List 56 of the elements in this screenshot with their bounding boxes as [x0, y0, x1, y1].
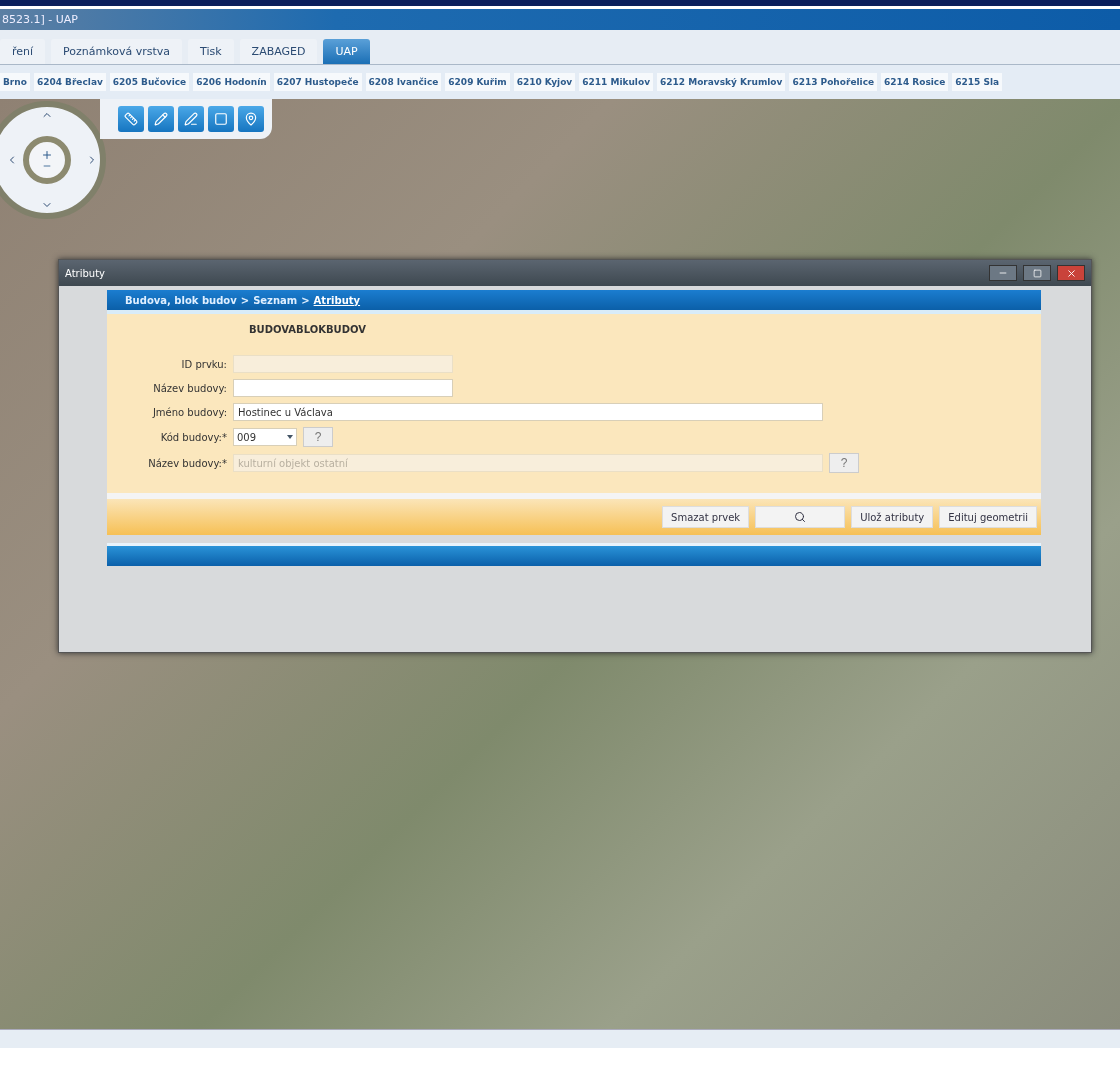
menu-tab[interactable]: Tisk — [188, 39, 234, 64]
search-icon — [794, 511, 807, 523]
field-label: Název budovy:* — [147, 457, 227, 469]
breadcrumb-separator: > — [301, 294, 310, 306]
district-button[interactable]: 6215 Sla — [952, 73, 1003, 91]
action-button[interactable]: Smazat prvek — [662, 506, 750, 528]
menu-tab[interactable]: UAP — [323, 39, 370, 64]
district-button[interactable]: 6206 Hodonín — [193, 73, 270, 91]
maximize-icon — [1032, 268, 1042, 278]
district-button[interactable]: 6213 Pohořelice — [789, 73, 878, 91]
map-pin-icon — [244, 112, 258, 126]
district-button[interactable]: 6205 Bučovice — [109, 73, 190, 91]
district-button[interactable]: 6208 Ivančice — [365, 73, 442, 91]
form-heading: BUDOVABLOKBUDOV — [249, 324, 367, 335]
district-button[interactable]: 6210 Kyjov — [513, 73, 576, 91]
square-icon — [214, 112, 228, 126]
breadcrumb-text: Budova, blok budov — [125, 294, 237, 306]
help-button[interactable]: ? — [303, 427, 333, 447]
menu-tab[interactable]: ření — [0, 39, 46, 64]
district-button[interactable]: 6211 Mikulov — [579, 73, 653, 91]
pencil-icon — [154, 112, 168, 126]
menu-tab[interactable]: Poznámková vrstva — [51, 39, 183, 64]
field-label: Kód budovy:* — [159, 431, 227, 443]
field-label: Jméno budovy: — [151, 406, 227, 418]
input-field[interactable] — [233, 379, 453, 397]
zoom-in-icon[interactable] — [41, 149, 53, 161]
district-button[interactable]: 6214 Rosice — [881, 73, 949, 91]
maximize-button[interactable] — [1023, 265, 1051, 281]
pen-line-icon — [184, 112, 198, 126]
action-button[interactable]: Ulož atributy — [851, 506, 934, 528]
district-button[interactable]: Brno — [0, 73, 30, 91]
district-button[interactable]: 6212 Moravský Krumlov — [657, 73, 786, 91]
district-button[interactable]: 6207 Hustopeče — [273, 73, 362, 91]
map-tool-button[interactable] — [178, 106, 204, 132]
close-button[interactable] — [1057, 265, 1085, 281]
map-tool-button[interactable] — [118, 106, 144, 132]
map-tool-button[interactable] — [208, 106, 234, 132]
code-select[interactable]: 009 — [233, 428, 297, 446]
window-title: 8523.1] - UAP — [1, 13, 78, 26]
caret-icon — [287, 435, 293, 439]
breadcrumb-link[interactable]: Atributy — [313, 294, 361, 306]
map-tool-button[interactable] — [148, 106, 174, 132]
menu-tab[interactable]: ZABAGED — [239, 39, 318, 64]
breadcrumb-separator: > — [240, 294, 250, 306]
minimize-button[interactable] — [989, 265, 1017, 281]
close-icon — [1065, 267, 1077, 279]
ruler-icon — [124, 112, 138, 126]
action-button[interactable]: Edituj geometrii — [939, 506, 1037, 528]
district-button[interactable]: 6209 Kuřim — [445, 73, 510, 91]
dialog-title: Atributy — [65, 267, 106, 279]
district-button[interactable]: 6204 Břeclav — [33, 73, 106, 91]
map-tool-button[interactable] — [238, 106, 264, 132]
field-label: ID prvku: — [180, 358, 227, 370]
breadcrumb-text: Seznam — [253, 294, 298, 306]
field-label: Název budovy: — [152, 382, 227, 394]
input-field[interactable]: Hostinec u Václava — [233, 403, 823, 421]
